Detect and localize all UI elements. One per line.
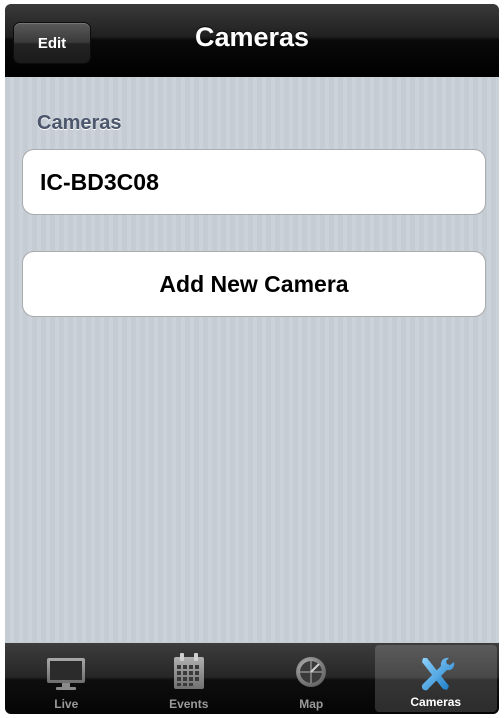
tab-bar: Live Events Map Cameras bbox=[5, 643, 499, 714]
map-icon bbox=[296, 657, 327, 687]
tab-live[interactable]: Live bbox=[5, 643, 128, 714]
tab-label-map: Map bbox=[299, 697, 324, 711]
tab-label-live: Live bbox=[54, 697, 79, 711]
calendar-icon bbox=[173, 653, 204, 689]
content-area: Cameras IC-BD3C08 Add New Camera bbox=[5, 77, 499, 642]
page-title: Cameras bbox=[194, 22, 310, 52]
tools-icon bbox=[421, 657, 454, 691]
app-screen: Edit Cameras Cameras IC-BD3C08 Add New C… bbox=[5, 4, 499, 714]
navigation-bar: Edit Cameras bbox=[5, 4, 499, 77]
add-new-camera-button[interactable]: Add New Camera bbox=[22, 251, 486, 317]
tab-events[interactable]: Events bbox=[128, 643, 251, 714]
tab-label-events: Events bbox=[169, 697, 209, 711]
tv-icon bbox=[47, 658, 86, 690]
section-header: Cameras bbox=[37, 112, 122, 134]
camera-list-item[interactable]: IC-BD3C08 bbox=[22, 149, 486, 215]
tab-map[interactable]: Map bbox=[250, 643, 373, 714]
tab-label-cameras: Cameras bbox=[410, 695, 462, 709]
tab-cameras[interactable]: Cameras bbox=[374, 645, 497, 712]
